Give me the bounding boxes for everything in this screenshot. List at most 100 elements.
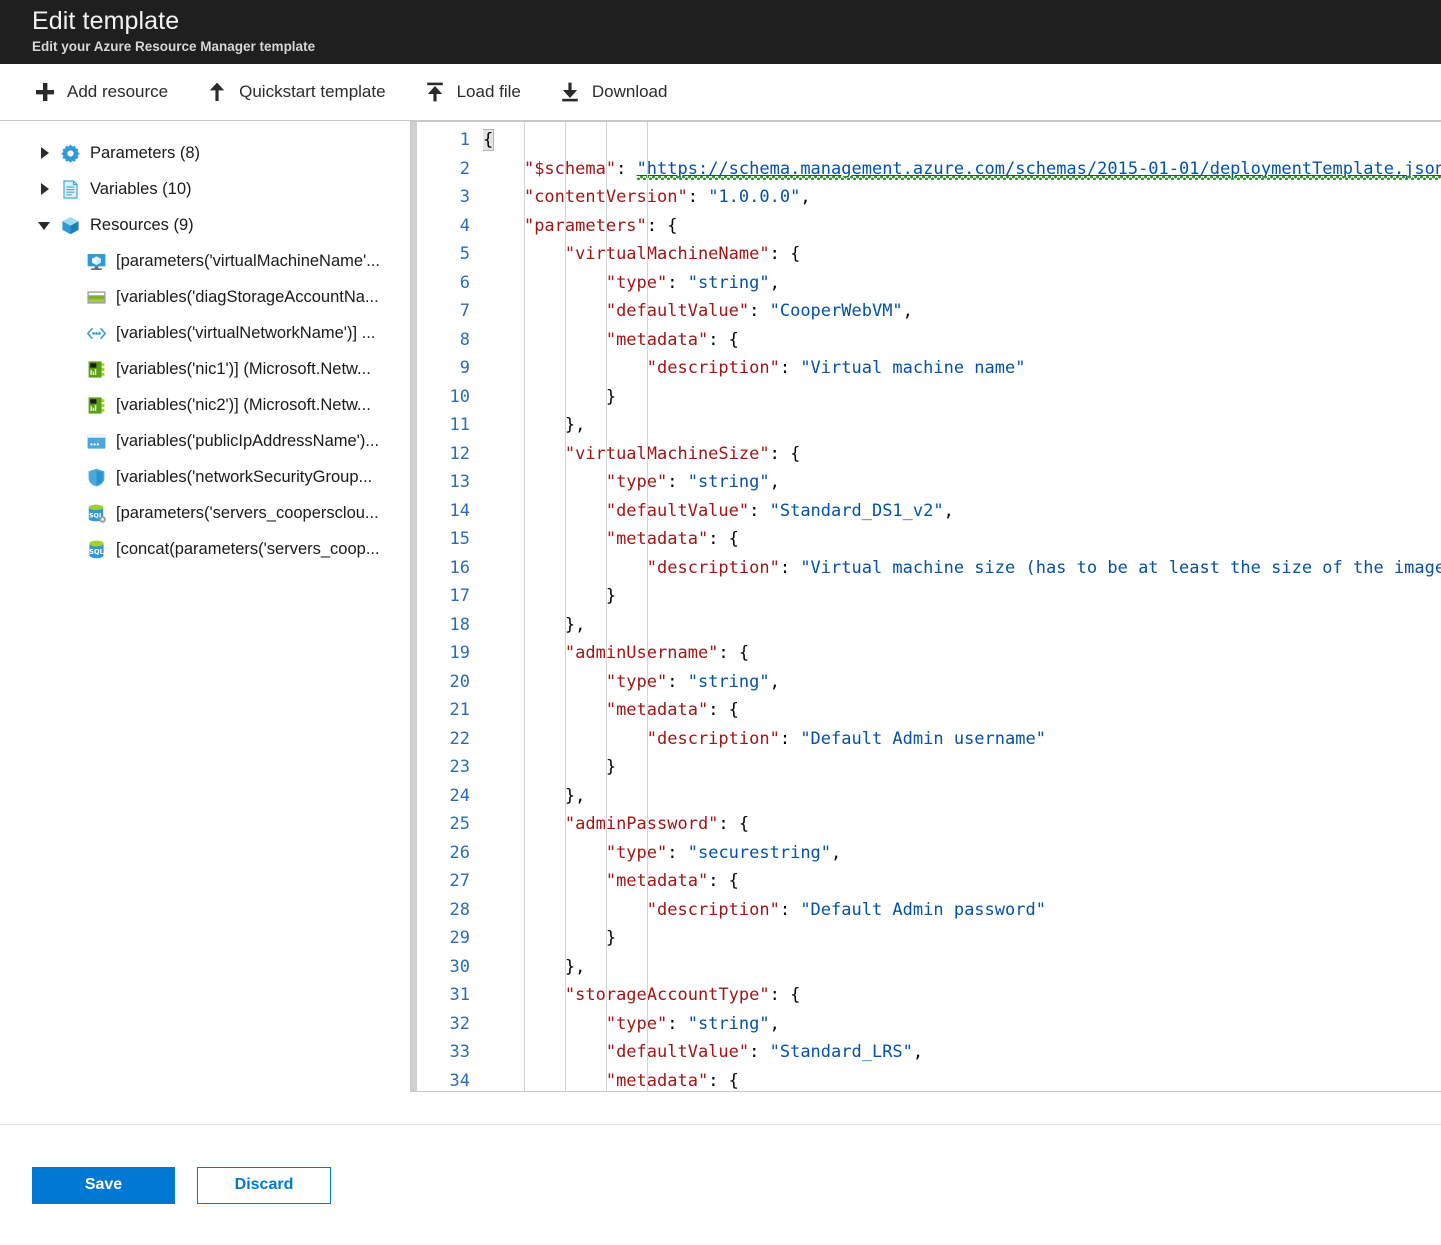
code-line[interactable]: "metadata": { [483, 867, 1441, 896]
page-title: Edit template [32, 7, 180, 35]
line-number: 20 [449, 671, 470, 692]
code-line[interactable]: "type": "string", [483, 668, 1441, 697]
code-line[interactable]: "type": "string", [483, 1010, 1441, 1039]
code-line[interactable]: "defaultValue": "Standard_LRS", [483, 1038, 1441, 1067]
json-string: "Virtual machine size (has to be at leas… [800, 557, 1441, 578]
code-line[interactable]: "storageAccountType": { [483, 981, 1441, 1010]
tree-item-sql-server[interactable]: SQL [parameters('servers_coopersclou... [0, 495, 410, 531]
code-line[interactable]: "description": "Default Admin username" [483, 725, 1441, 754]
tree-item-sql-database[interactable]: SQL [concat(parameters('servers_coop... [0, 531, 410, 567]
json-punctuation: }, [564, 415, 586, 435]
network-interface-icon [86, 359, 107, 380]
tree-group-variables[interactable]: Variables (10) [0, 171, 410, 207]
code-line[interactable]: }, [483, 953, 1441, 982]
json-punctuation: : [667, 272, 688, 293]
code-line[interactable]: "description": "Virtual machine name" [483, 354, 1441, 383]
page-header: Edit template Edit your Azure Resource M… [0, 0, 1441, 64]
add-resource-button[interactable]: Add resource [32, 77, 170, 107]
code-line[interactable]: "metadata": { [483, 1067, 1441, 1092]
line-number: 33 [449, 1042, 470, 1062]
code-line[interactable]: } [483, 383, 1441, 412]
code-line[interactable]: }, [483, 782, 1441, 811]
chevron-down-icon[interactable] [36, 216, 54, 234]
page-subtitle: Edit your Azure Resource Manager templat… [32, 39, 316, 54]
tree-group-parameters[interactable]: Parameters (8) [0, 135, 410, 171]
network-security-group-icon [86, 467, 107, 488]
json-string: "1.0.0.0" [708, 187, 801, 207]
tree-item-network-security-group[interactable]: [variables('networkSecurityGroup... [0, 459, 410, 495]
code-line[interactable]: }, [483, 411, 1441, 440]
line-number: 32 [449, 1013, 470, 1034]
tree-item-label: [variables('diagStorageAccountNa... [116, 287, 379, 306]
code-line[interactable]: } [483, 582, 1441, 611]
download-button[interactable]: Download [557, 77, 670, 107]
tree-item-network-interface-1[interactable]: [variables('nic1')] (Microsoft.Netw... [0, 351, 410, 387]
line-number: 34 [449, 1070, 470, 1091]
code-line[interactable]: "adminPassword": { [483, 810, 1441, 839]
json-key: "storageAccountType" [564, 985, 770, 1005]
code-line[interactable]: "type": "string", [483, 468, 1441, 497]
code-line[interactable]: } [483, 924, 1441, 953]
plus-icon [34, 81, 56, 103]
load-file-button[interactable]: Load file [422, 77, 523, 107]
variables-icon [60, 179, 81, 200]
code-line[interactable]: "virtualMachineName": { [483, 240, 1441, 269]
line-number: 1 [459, 130, 470, 150]
json-punctuation: , [800, 187, 811, 207]
virtual-network-icon [86, 323, 107, 344]
chevron-right-icon[interactable] [36, 144, 54, 162]
resources-icon [60, 215, 81, 236]
tree-item-network-interface-2[interactable]: [variables('nic2')] (Microsoft.Netw... [0, 387, 410, 423]
code-line[interactable]: { [483, 126, 1441, 155]
tree-group-resources[interactable]: Resources (9) [0, 207, 410, 243]
tree-item-virtual-network[interactable]: [variables('virtualNetworkName')] ... [0, 315, 410, 351]
line-number: 3 [459, 187, 470, 207]
code-line[interactable]: "$schema": "https://schema.management.az… [483, 155, 1441, 184]
json-key: "type" [605, 1013, 668, 1034]
json-punctuation: : [749, 500, 770, 521]
line-number: 17 [449, 586, 470, 606]
code-line[interactable]: "defaultValue": "Standard_DS1_v2", [483, 497, 1441, 526]
code-line[interactable]: "parameters": { [483, 212, 1441, 241]
quickstart-template-button[interactable]: Quickstart template [204, 77, 387, 107]
json-string: "securestring" [687, 842, 832, 863]
json-punctuation: }, [564, 614, 586, 635]
tree-item-storage-account[interactable]: [variables('diagStorageAccountNa... [0, 279, 410, 315]
code-line[interactable]: "metadata": { [483, 696, 1441, 725]
code-line[interactable]: "description": "Virtual machine size (ha… [483, 554, 1441, 583]
code-line[interactable]: "adminUsername": { [483, 639, 1441, 668]
save-button[interactable]: Save [32, 1166, 175, 1204]
json-key: "metadata" [605, 529, 709, 549]
code-line[interactable]: "metadata": { [483, 525, 1441, 554]
code-line[interactable]: "defaultValue": "CooperWebVM", [483, 297, 1441, 326]
indent-guide [646, 122, 648, 1091]
code-line[interactable]: "type": "string", [483, 269, 1441, 298]
code-line[interactable]: "virtualMachineSize": { [483, 440, 1441, 469]
download-icon [559, 81, 581, 103]
line-number: 6 [459, 272, 470, 293]
json-punctuation: } [605, 928, 617, 948]
code-line[interactable]: "description": "Default Admin password" [483, 896, 1441, 925]
json-punctuation: : [779, 899, 801, 920]
json-punctuation: }, [564, 956, 586, 977]
code-area[interactable]: { "$schema": "https://schema.management.… [483, 122, 1441, 1091]
code-line[interactable]: "metadata": { [483, 326, 1441, 355]
json-string: "string" [687, 272, 770, 293]
code-line[interactable]: "contentVersion": "1.0.0.0", [483, 183, 1441, 212]
json-punctuation: : [749, 301, 770, 321]
toolbar: Add resource Quickstart template Load fi… [0, 64, 1441, 121]
json-key: "description" [646, 557, 780, 578]
json-code-editor[interactable]: 1 2 3 4 5 6 7 8 9 10 11 12 13 14 15 16 17 18 19 20 21 22 23 24 2… [410, 121, 1441, 1092]
tree-item-label: [variables('virtualNetworkName')] ... [116, 323, 376, 342]
code-line[interactable]: }, [483, 611, 1441, 640]
json-key: "adminPassword" [564, 814, 719, 834]
json-punctuation: : { [708, 529, 739, 549]
tree-item-virtual-machine[interactable]: [parameters('virtualMachineName'... [0, 243, 410, 279]
json-string: "string" [687, 1013, 770, 1034]
discard-button[interactable]: Discard [197, 1166, 331, 1204]
chevron-right-icon[interactable] [36, 180, 54, 198]
tree-item-public-ip-address[interactable]: [variables('publicIpAddressName')... [0, 423, 410, 459]
json-punctuation: : { [769, 985, 801, 1005]
code-line[interactable]: "type": "securestring", [483, 839, 1441, 868]
code-line[interactable]: } [483, 753, 1441, 782]
